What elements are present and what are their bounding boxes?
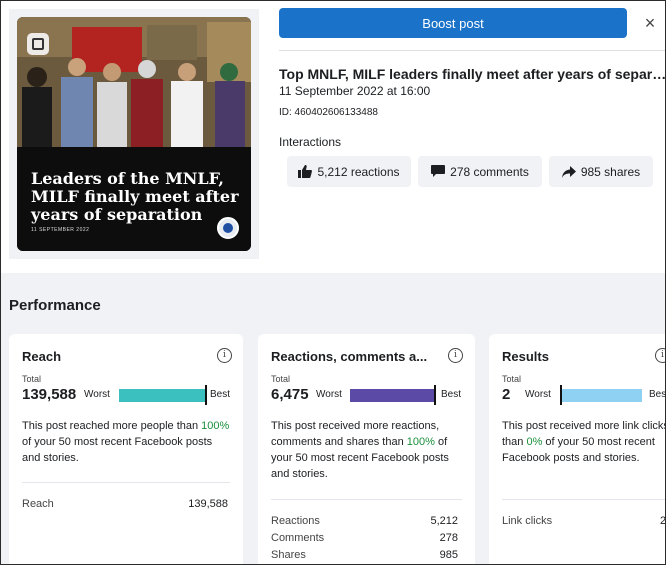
post-details-section: Leaders of the MNLF, MILF finally meet a… [1, 1, 665, 273]
results-card: Results i Total 2 Worst Bes This post re… [489, 334, 666, 564]
performance-description: This post reached more people than 100% … [22, 418, 232, 466]
performance-description: This post received more link clicks than… [502, 418, 665, 466]
header-divider [279, 50, 665, 51]
total-value: 2 [502, 386, 511, 403]
engagement-card: Reactions, comments a... i Total 6,475 W… [258, 334, 475, 564]
info-icon[interactable]: i [217, 348, 232, 363]
card-divider [22, 482, 230, 483]
close-icon[interactable]: × [641, 13, 659, 33]
percentile-value: 100% [201, 420, 230, 432]
total-label: Total [271, 374, 291, 384]
scale-worst-label: Worst [84, 389, 110, 400]
card-title: Results [502, 349, 549, 364]
comments-count: 278 comments [450, 164, 529, 179]
shares-count: 985 shares [580, 164, 641, 179]
total-value: 139,588 [22, 386, 77, 403]
reach-card: Reach i Total 139,588 Worst Best This po… [9, 334, 243, 564]
shares-chip[interactable]: 985 shares [549, 156, 653, 187]
thumbnail-date: 11 SEPTEMBER 2022 [31, 227, 90, 233]
percentile-value: 0% [526, 436, 543, 448]
publisher-logo-icon [217, 217, 239, 239]
comments-chip[interactable]: 278 comments [418, 156, 542, 187]
performance-bar [119, 389, 205, 402]
metric-value: 139,588 [188, 498, 228, 510]
scale-best-label: Best [441, 389, 462, 400]
thumbs-up-icon [298, 165, 313, 178]
info-icon[interactable]: i [655, 348, 665, 363]
metric-value: 278 [439, 532, 458, 544]
performance-description: This post received more reactions, comme… [271, 418, 467, 482]
scale-best-label: Bes [649, 389, 666, 400]
description-text-end: of your 50 most recent Facebook posts an… [22, 436, 213, 464]
post-insights-panel: Leaders of the MNLF, MILF finally meet a… [0, 0, 666, 565]
card-divider [271, 499, 462, 500]
performance-marker [434, 385, 436, 405]
metric-label: Reach [22, 498, 54, 510]
share-icon [561, 165, 576, 178]
card-title: Reactions, comments a... [271, 349, 428, 364]
total-label: Total [22, 374, 42, 384]
photo-badge-icon [27, 33, 49, 55]
metric-label: Shares [271, 549, 306, 561]
scale-worst-label: Worst [525, 389, 551, 400]
percentile-value: 100% [406, 436, 435, 448]
scale-best-label: Best [210, 389, 231, 400]
post-id: ID: 460402606133488 [279, 107, 378, 118]
total-value: 6,475 [271, 386, 309, 403]
performance-marker [205, 385, 207, 405]
metric-label: Link clicks [502, 515, 553, 527]
comment-icon [431, 165, 446, 177]
description-text: This post reached more people than [22, 420, 202, 432]
post-title[interactable]: Top MNLF, MILF leaders finally meet afte… [279, 66, 665, 82]
card-title: Reach [22, 349, 62, 364]
reactions-count: 5,212 reactions [317, 164, 400, 179]
performance-bar [562, 389, 642, 402]
performance-bar [350, 389, 434, 402]
post-date: 11 September 2022 at 16:00 [279, 84, 431, 98]
metric-value: 985 [439, 549, 458, 561]
metric-label: Comments [271, 532, 325, 544]
metric-value: 2 [660, 515, 666, 527]
performance-heading: Performance [9, 297, 101, 314]
interactions-heading: Interactions [279, 135, 342, 149]
card-divider [502, 499, 665, 500]
info-icon[interactable]: i [448, 348, 463, 363]
post-thumbnail[interactable]: Leaders of the MNLF, MILF finally meet a… [17, 17, 251, 251]
thumbnail-headline: Leaders of the MNLF, MILF finally meet a… [31, 169, 239, 224]
post-thumbnail-container: Leaders of the MNLF, MILF finally meet a… [9, 9, 259, 259]
scale-worst-label: Worst [316, 389, 342, 400]
boost-post-button[interactable]: Boost post [279, 8, 627, 38]
total-label: Total [502, 374, 522, 384]
metric-label: Reactions [271, 515, 320, 527]
metric-value: 5,212 [430, 515, 458, 527]
reactions-chip[interactable]: 5,212 reactions [287, 156, 411, 187]
